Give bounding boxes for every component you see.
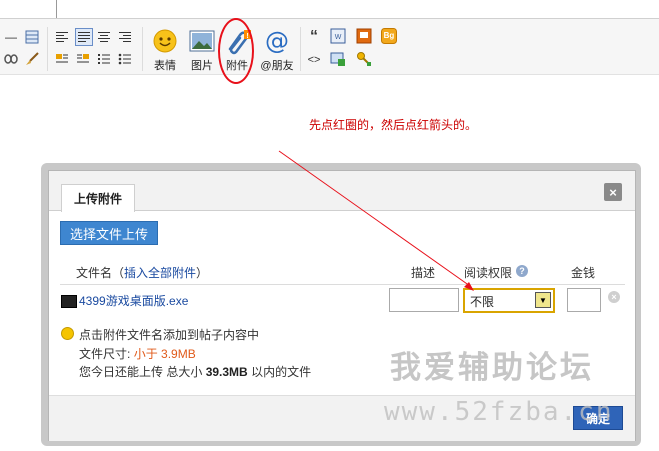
key-icon[interactable] [356,51,372,67]
column-header-filename: 文件名（插入全部附件） [76,264,208,281]
chevron-down-icon[interactable]: ▼ [535,292,551,308]
watermark-url: www.52fzba.cn [384,397,614,427]
annotation-text: 先点红圈的，然后点红箭头的。 [309,118,478,132]
svg-text:W: W [335,34,342,41]
table-icon[interactable] [24,29,40,45]
align-justify-icon[interactable] [75,28,93,46]
watermark-title: 我爱辅助论坛 [390,350,594,385]
smiley-icon [153,29,177,53]
float-right-icon[interactable] [75,51,91,67]
friends-label: @朋友 [260,60,294,72]
code-icon[interactable]: <> [306,52,322,68]
unordered-list-icon[interactable] [117,51,133,67]
quote-icon[interactable]: “ [306,28,322,45]
flash-icon[interactable] [356,28,372,44]
file-size-label: 文件尺寸: [79,347,131,361]
insert-all-attachments-link[interactable]: 插入全部附件 [124,266,196,280]
column-header-permission: 阅读权限 [464,266,513,280]
quota-size: 39.3MB [205,365,248,379]
image-icon [189,30,215,52]
hr-icon[interactable]: — [3,29,19,45]
insert-image-icon[interactable] [330,51,346,67]
read-permission-value: 不限 [470,295,495,309]
svg-text:@: @ [265,28,289,54]
tip-line-3: 您今日还能上传 总大小 39.3MB 以内的文件 [79,363,311,380]
close-button[interactable]: × [604,183,622,201]
highlight-circle [218,18,254,84]
toolbar-separator [142,27,143,71]
lightbulb-icon [61,327,74,340]
tip-line-1: 点击附件文件名添加到帖子内容中 [79,328,260,342]
align-right-icon[interactable] [117,29,133,45]
mention-friends-button[interactable]: @ @朋友 [257,27,297,72]
insert-paren-close: ） [196,266,209,280]
delete-attachment-icon[interactable]: × [608,291,620,303]
editor-top-border [0,0,57,19]
tab-upload-attachment[interactable]: 上传附件 [61,184,135,212]
at-sign-icon: @ [265,28,289,54]
insert-paren-open: （ [112,266,125,280]
exe-file-icon [61,295,77,308]
smiley-button[interactable]: 表情 [145,27,185,72]
image-label: 图片 [191,60,213,72]
align-left-icon[interactable] [54,29,70,45]
header-divider [60,284,625,285]
brush-icon[interactable] [24,51,40,67]
file-size-limit: 小于 3.9MB [133,347,196,361]
money-input[interactable] [567,288,601,312]
attachment-filename-link[interactable]: 4399游戏桌面版.exe [79,292,188,309]
column-header-money: 金钱 [571,266,596,280]
ordered-list-icon[interactable] [96,51,112,67]
editor-toolbar: — 表情 图片 ! 附件 @ @朋友 “ W Bg <> [0,18,659,75]
quota-prefix: 您今日还能上传 总大小 [79,365,203,379]
align-center-icon[interactable] [96,29,112,45]
dialog-header: 上传附件 × [49,171,635,212]
help-icon[interactable]: ? [516,265,528,277]
image-button[interactable]: 图片 [182,27,222,72]
bg-label: Bg [383,31,395,40]
read-permission-select[interactable]: 不限 ▼ [463,288,555,313]
smiley-label: 表情 [154,60,176,72]
link-unlink-icon[interactable] [3,51,19,67]
toolbar-separator [47,27,48,71]
float-left-icon[interactable] [54,51,70,67]
filename-header-label: 文件名 [76,266,113,280]
column-header-desc: 描述 [411,266,436,280]
description-input[interactable] [389,288,459,312]
toolbar-separator [300,27,301,71]
select-file-upload-button[interactable]: 选择文件上传 [60,221,158,245]
tip-line-2: 文件尺寸: 小于 3.9MB [79,345,196,362]
word-paste-icon[interactable]: W [330,28,346,44]
quota-suffix: 以内的文件 [251,365,312,379]
